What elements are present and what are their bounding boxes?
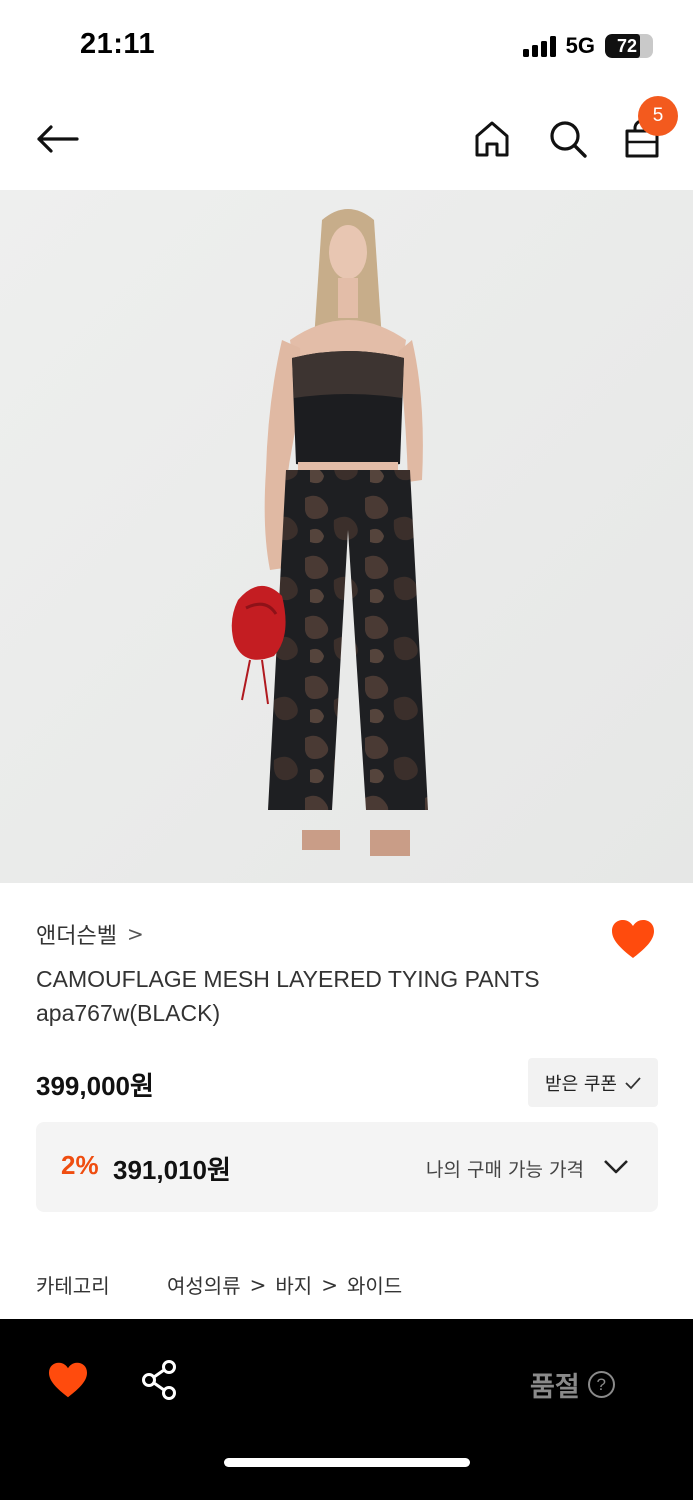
soldout-status: 품절 ? (530, 1365, 615, 1404)
product-image[interactable] (0, 190, 693, 883)
brand-name: 앤더슨벨 (36, 924, 117, 949)
category-breadcrumb: 카테고리 여성의류 > 바지 > 와이드 (36, 1270, 402, 1299)
discount-rate: 2% (61, 1150, 99, 1180)
category-women-clothing[interactable]: 여성의류 (167, 1270, 241, 1299)
brand-link[interactable]: 앤더슨벨 > (36, 918, 144, 950)
discount-price: 391,010원 (113, 1155, 231, 1185)
breadcrumb-separator: > (321, 1272, 338, 1297)
heart-icon (49, 1362, 87, 1398)
model-photo (0, 190, 693, 883)
chevron-down-icon (604, 1160, 628, 1174)
status-bar: 21:11 5G 72 (0, 0, 693, 90)
product-name-line1: CAMOUFLAGE MESH LAYERED TYING PANTS (36, 966, 540, 992)
status-indicators: 5G 72 (522, 31, 653, 61)
bottom-wishlist-button[interactable] (47, 1361, 89, 1399)
my-price-label: 나의 구매 가능 가격 (426, 1159, 584, 1181)
battery-percent: 72 (616, 35, 638, 56)
signal-icon (522, 35, 556, 57)
category-pants[interactable]: 바지 (275, 1270, 312, 1299)
check-icon (625, 1076, 641, 1089)
help-icon[interactable]: ? (587, 1371, 615, 1398)
home-icon (475, 121, 509, 157)
back-arrow-icon (37, 125, 79, 153)
breadcrumb-separator: > (249, 1272, 267, 1297)
back-button[interactable] (30, 112, 84, 166)
product-name-line2: apa767w(BLACK) (36, 1000, 221, 1026)
bottom-action-bar: 품절 ? (0, 1319, 693, 1500)
share-icon (142, 1360, 176, 1400)
search-icon (550, 121, 587, 158)
home-indicator[interactable] (224, 1458, 470, 1467)
soldout-label: 품절 (530, 1372, 580, 1403)
coupon-label: 받은 쿠폰 (545, 1073, 617, 1095)
search-button[interactable] (543, 112, 593, 166)
my-price-panel[interactable]: 2% 391,010원 나의 구매 가능 가격 (36, 1122, 658, 1212)
received-coupon-button[interactable]: 받은 쿠폰 (528, 1058, 658, 1107)
category-label: 카테고리 (36, 1274, 110, 1298)
status-time: 21:11 (80, 28, 156, 60)
chevron-right-icon: > (126, 922, 144, 946)
wishlist-button[interactable] (610, 918, 656, 962)
battery-icon: 72 (605, 34, 653, 58)
product-name: CAMOUFLAGE MESH LAYERED TYING PANTS apa7… (36, 962, 596, 1030)
heart-icon (612, 920, 654, 958)
product-price: 399,000원 (36, 1071, 154, 1101)
cart-count-badge: 5 (638, 96, 678, 136)
home-button[interactable] (467, 112, 517, 166)
category-wide[interactable]: 와이드 (347, 1270, 402, 1299)
app-header (0, 90, 693, 190)
network-type: 5G (565, 33, 595, 58)
share-button[interactable] (140, 1359, 178, 1401)
